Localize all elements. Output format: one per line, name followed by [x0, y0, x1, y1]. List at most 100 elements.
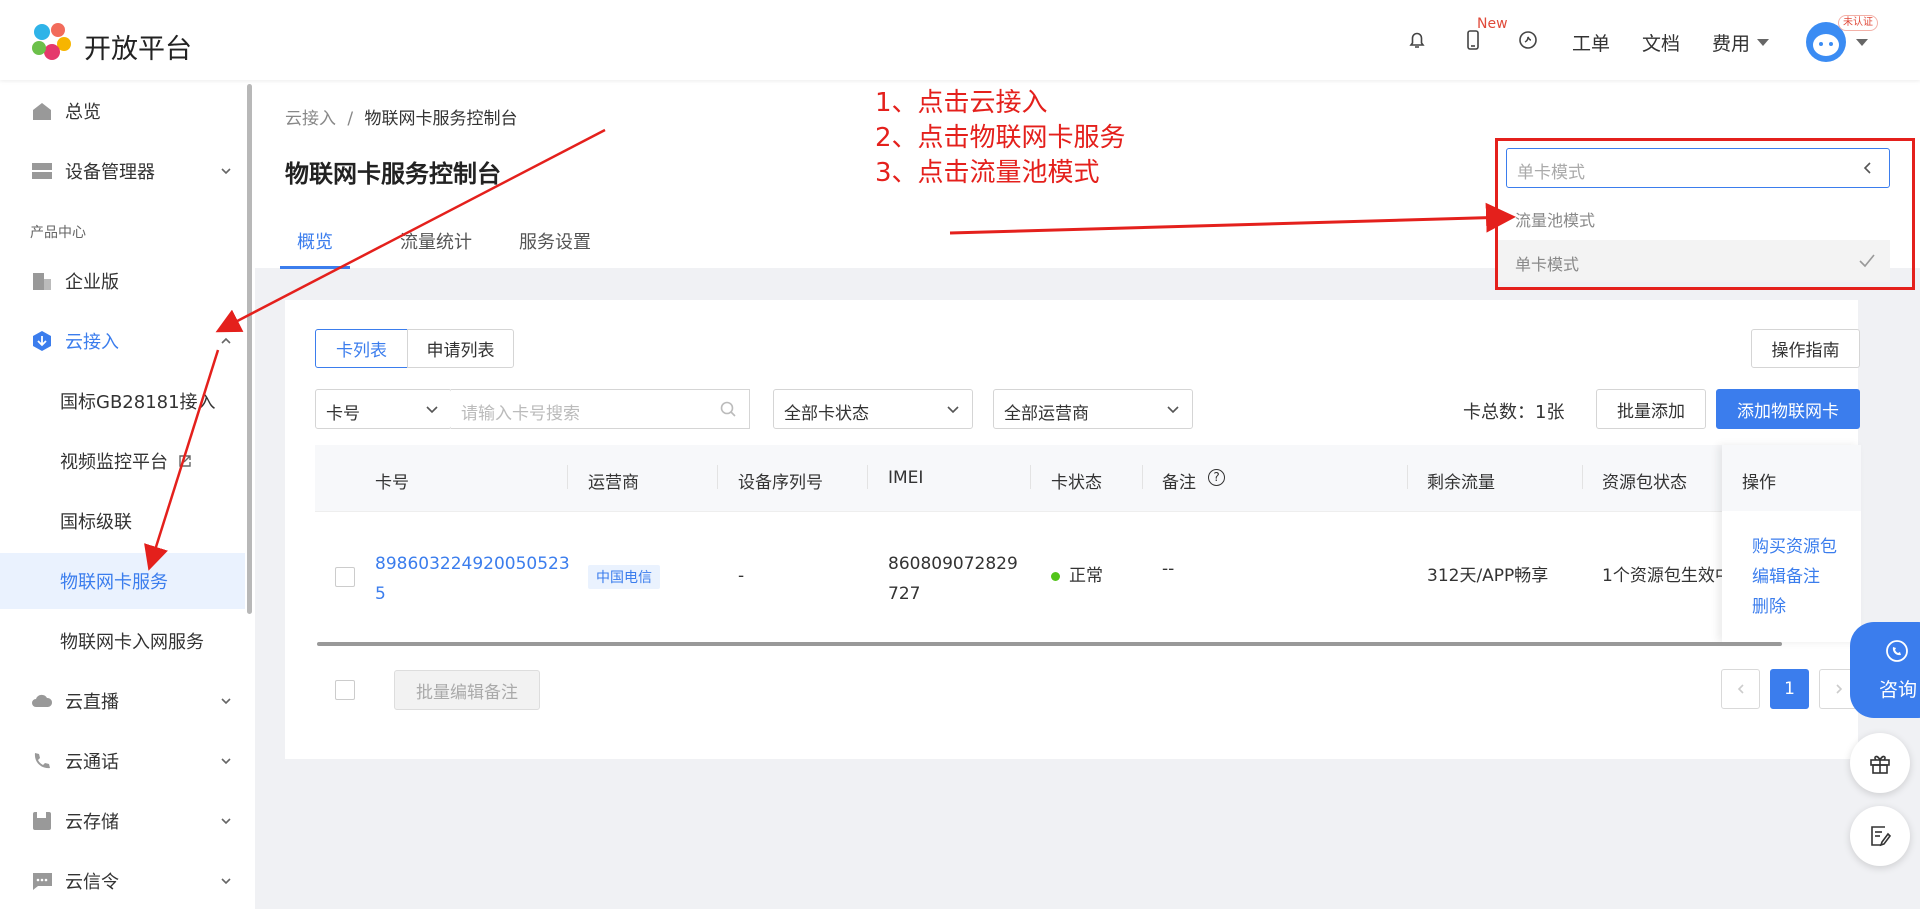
sidebar-scrollbar[interactable]	[247, 84, 252, 614]
tab-traffic-stats[interactable]: 流量统计	[400, 228, 472, 254]
edit-remark-link[interactable]: 编辑备注	[1752, 562, 1820, 592]
annotation-step-3: 3、点击流量池模式	[875, 158, 1100, 188]
billing-caret-icon[interactable]	[1757, 39, 1769, 46]
remark-cell: --	[1162, 559, 1175, 579]
breadcrumb: 云接入 / 物联网卡服务控制台	[285, 104, 518, 129]
sidebar-item-cloud-signal[interactable]: 云信令	[0, 853, 245, 909]
sidebar-item-label: 云存储	[65, 812, 119, 833]
remaining-traffic-cell: 312天/APP畅享	[1427, 566, 1549, 586]
chevron-down-icon	[221, 878, 231, 885]
sidebar-item-gb28181[interactable]: 国标GB28181接入	[0, 373, 245, 429]
select-all-checkbox[interactable]	[335, 680, 355, 700]
col-remaining-traffic: 剩余流量	[1427, 473, 1495, 493]
sidebar-item-device-manager[interactable]: 设备管理器	[0, 143, 245, 199]
chevron-down-icon	[426, 406, 438, 414]
carrier-tag: 中国电信	[588, 565, 660, 589]
col-card-number: 卡号	[375, 473, 409, 493]
card-number-link[interactable]: 898603224920050523 5	[375, 549, 570, 609]
sidebar-item-label: 视频监控平台	[60, 452, 168, 473]
breadcrumb-current: 物联网卡服务控制台	[364, 109, 518, 129]
tab-card-list[interactable]: 卡列表	[315, 329, 408, 368]
imei-line: 860809072829	[888, 554, 1018, 574]
consult-label: 咨询	[1879, 679, 1918, 701]
tab-service-settings[interactable]: 服务设置	[519, 228, 591, 254]
row-checkbox[interactable]	[335, 567, 355, 587]
sidebar-item-label: 国标GB28181接入	[60, 392, 216, 413]
sidebar-item-cloud-call[interactable]: 云通话	[0, 733, 245, 789]
tab-overview[interactable]: 概览	[297, 228, 333, 254]
sidebar-item-label: 总览	[65, 102, 101, 123]
card-total-count: 卡总数：1张	[1463, 402, 1565, 423]
gift-button[interactable]	[1850, 733, 1910, 793]
carrier-filter-value: 全部运营商	[1004, 404, 1089, 424]
imei-cell: 860809072829 727	[888, 549, 1018, 609]
card-status-cell: 正常	[1069, 566, 1103, 586]
imei-line: 727	[888, 584, 921, 604]
sidebar-item-overview[interactable]: 总览	[0, 83, 245, 139]
sidebar-item-cloud-access[interactable]: 云接入	[0, 313, 245, 369]
col-imei: IMEI	[888, 468, 924, 488]
table-horizontal-scrollbar[interactable]	[317, 642, 1782, 646]
brand-name[interactable]: 开放平台	[84, 27, 192, 66]
sidebar-item-label: 企业版	[65, 272, 119, 293]
batch-add-button[interactable]: 批量添加	[1596, 389, 1706, 429]
help-icon[interactable]: ?	[1208, 469, 1225, 486]
tab-application-list[interactable]: 申请列表	[407, 329, 514, 368]
card-number-line: 5	[375, 584, 386, 604]
status-filter-select[interactable]: 全部卡状态	[773, 389, 973, 429]
col-remark: 备注	[1162, 473, 1196, 493]
sidebar-item-gb-cascade[interactable]: 国标级联	[0, 493, 245, 549]
sidebar-item-label: 国标级联	[60, 512, 132, 533]
chevron-down-icon	[221, 758, 231, 765]
sidebar-item-label: 云通话	[65, 752, 119, 773]
docs-link[interactable]: 文档	[1642, 29, 1680, 56]
chevron-down-icon	[221, 698, 231, 705]
billing-menu[interactable]: 费用	[1712, 29, 1750, 56]
page-1-button[interactable]: 1	[1770, 669, 1809, 709]
server-icon	[32, 163, 52, 179]
carrier-filter-select[interactable]: 全部运营商	[993, 389, 1193, 429]
add-iot-card-button[interactable]: 添加物联网卡	[1716, 389, 1860, 429]
column-divider	[1030, 465, 1031, 489]
cloud-icon	[32, 694, 53, 707]
sidebar-item-label: 设备管理器	[65, 162, 155, 183]
prev-page-button[interactable]	[1721, 669, 1760, 709]
sidebar-item-enterprise[interactable]: 企业版	[0, 253, 245, 309]
package-status-cell: 1个资源包生效中	[1602, 566, 1722, 586]
chevron-down-icon	[1167, 406, 1179, 414]
buy-package-link[interactable]: 购买资源包	[1752, 532, 1837, 562]
col-package-status: 资源包状态	[1602, 473, 1687, 493]
sidebar-item-label: 物联网卡入网服务	[60, 632, 204, 653]
chevron-right-icon	[1835, 684, 1842, 694]
sidebar-item-video-platform[interactable]: 视频监控平台	[0, 433, 245, 489]
batch-edit-remark-button[interactable]: 批量编辑备注	[394, 670, 540, 710]
sidebar-item-cloud-storage[interactable]: 云存储	[0, 793, 245, 849]
user-menu-caret-icon[interactable]	[1856, 39, 1868, 46]
sidebar-item-iot-card-service[interactable]: 物联网卡服务	[0, 553, 245, 609]
home-icon	[33, 103, 51, 120]
search-field-select[interactable]: 卡号	[315, 389, 452, 429]
delete-link[interactable]: 删除	[1752, 592, 1786, 622]
col-card-status: 卡状态	[1051, 473, 1102, 493]
sidebar-item-cloud-live[interactable]: 云直播	[0, 673, 245, 729]
package-status-clip: 1个资源包生效中	[1602, 561, 1722, 591]
breadcrumb-cloud-access[interactable]: 云接入	[285, 109, 336, 129]
guide-button[interactable]: 操作指南	[1751, 329, 1860, 368]
col-carrier: 运营商	[588, 473, 639, 493]
column-divider	[867, 465, 868, 489]
community-icon[interactable]	[1516, 28, 1540, 52]
feedback-button[interactable]	[1850, 806, 1910, 866]
search-icon[interactable]	[719, 400, 737, 418]
unverified-badge: 未认证	[1838, 15, 1878, 31]
save-icon	[33, 812, 51, 830]
status-filter-value: 全部卡状态	[784, 404, 869, 424]
logo-icon[interactable]	[30, 22, 74, 62]
tickets-link[interactable]: 工单	[1572, 29, 1610, 56]
bell-icon[interactable]	[1405, 28, 1429, 52]
consult-button[interactable]: 咨询	[1850, 622, 1920, 718]
chevron-left-icon	[1737, 684, 1744, 694]
building-icon	[33, 273, 51, 290]
phone-icon	[34, 753, 50, 769]
search-input[interactable]: 请输入卡号搜索	[451, 389, 750, 429]
sidebar-item-iot-card-network[interactable]: 物联网卡入网服务	[0, 613, 245, 669]
